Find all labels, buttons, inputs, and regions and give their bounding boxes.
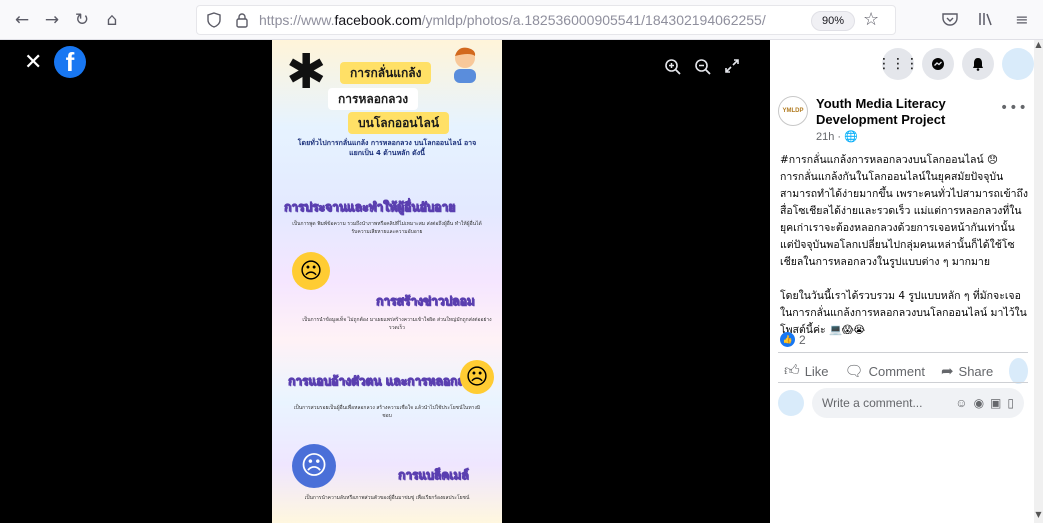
like-label: Like	[804, 363, 829, 379]
poster-title-line2: การหลอกลวง	[328, 88, 419, 110]
camera-icon[interactable]: ◉	[974, 396, 984, 410]
section-title-2: การสร้างข่าวปลอม	[376, 294, 475, 309]
shield-icon[interactable]	[203, 9, 225, 31]
reaction-count: 2	[799, 332, 806, 347]
asterisk-graphic: ✱	[286, 44, 327, 100]
comment-button[interactable]: 🗨︎ Comment	[845, 362, 925, 380]
share-button[interactable]: ➦ Share	[941, 362, 993, 380]
close-icon[interactable]: ✕	[24, 52, 42, 74]
poster-intro: โดยทั่วไปการกลั่นแกล้ง การหลอกลวง บนโลกอ…	[297, 139, 477, 157]
share-label: Share	[958, 363, 994, 379]
lock-icon[interactable]	[231, 9, 253, 31]
scroll-down-icon[interactable]: ▼	[1034, 510, 1043, 519]
comment-input[interactable]: Write a comment... ☺ ◉ ▣ ▯	[812, 388, 1024, 418]
boy-illustration-icon	[454, 47, 476, 83]
section-body-1: เป็นการพูด พิมพ์ข้อความ รวมถึงนำภาพหรือค…	[292, 221, 482, 235]
post-panel: ⋮⋮⋮ YMLDP Youth Media Literacy Developme…	[770, 40, 1034, 523]
post-time[interactable]: 21h	[816, 131, 834, 143]
zoom-out-icon[interactable]	[694, 58, 712, 81]
bookmark-star-icon[interactable]: ☆	[863, 9, 879, 30]
emoji-icon[interactable]: ☺	[955, 396, 967, 410]
post-text: #การกลั่นแกล้งการหลอกลวงบนโลกออนไลน์ 😞 ก…	[780, 154, 1028, 336]
library-icon[interactable]	[973, 6, 999, 32]
url-prefix: https://www.	[259, 12, 335, 28]
sad-face-icon: ☹	[292, 252, 330, 290]
page-avatar[interactable]: YMLDP	[778, 96, 808, 126]
section-body-4: เป็นการนำความลับหรือภาพส่วนตัวของผู้อื่น…	[304, 495, 470, 501]
section-title-1: การประจานและทำให้ผู้อื่นอับอาย	[284, 200, 456, 215]
like-button[interactable]: 👍︎ Like	[784, 362, 829, 380]
comment-composer: Write a comment... ☺ ◉ ▣ ▯	[778, 388, 1024, 418]
photo-viewer: ✕ f ✱ การกลั่นแกล้ง การหลอกลวง บนโลกออนไ…	[0, 40, 770, 523]
reactions-summary[interactable]: 👍 2	[780, 332, 806, 347]
section-title-3: การแอบอ้างตัวตน และการหลอกลวง	[288, 374, 478, 389]
page-name-link[interactable]: Youth Media Literacy Development Project	[816, 96, 996, 128]
more-options-icon[interactable]: •••	[1000, 100, 1028, 116]
home-icon[interactable]: ⌂	[98, 6, 126, 34]
post-actions: 👍︎ Like 🗨︎ Comment ➦ Share	[784, 358, 1028, 384]
browser-toolbar: ← → ↻ ⌂ https://www.facebook.com/ymldp/p…	[0, 0, 1043, 40]
globe-icon: · 🌐	[837, 131, 858, 143]
facebook-logo-icon[interactable]: f	[54, 46, 86, 78]
menu-grid-icon[interactable]: ⋮⋮⋮	[877, 48, 919, 80]
page-scrollbar[interactable]	[1034, 40, 1043, 523]
comment-placeholder: Write a comment...	[822, 396, 923, 410]
infographic-image: ✱ การกลั่นแกล้ง การหลอกลวง บนโลกออนไลน์ …	[272, 40, 502, 523]
like-reaction-icon: 👍	[780, 332, 795, 347]
sticker-icon[interactable]: ▯	[1007, 396, 1014, 410]
messenger-icon[interactable]	[922, 48, 954, 80]
forward-arrow-icon[interactable]: →	[38, 6, 66, 34]
zoom-level-button[interactable]: 90%	[811, 11, 856, 31]
back-arrow-icon[interactable]: ←	[8, 6, 36, 34]
section-body-2: เป็นการนำข้อมูลเท็จ ไม่ถูกต้อง มาเผยแพร่…	[302, 317, 492, 331]
commenter-avatar	[778, 390, 804, 416]
scroll-up-icon[interactable]: ▲	[1034, 40, 1043, 49]
poster-title-line1: การกลั่นแกล้ง	[340, 62, 432, 84]
menu-hamburger-icon[interactable]: ≡	[1009, 6, 1035, 32]
url-domain: facebook.com	[334, 12, 422, 28]
section-body-3: เป็นการสวมรอยเป็นผู้อื่นเพื่อหลอกลวง สร้…	[293, 405, 481, 419]
gif-icon[interactable]: ▣	[990, 396, 1001, 410]
fullscreen-icon[interactable]	[724, 58, 740, 81]
section-title-4: การแบล็คเมล์	[398, 468, 469, 483]
account-avatar[interactable]	[1002, 48, 1034, 80]
address-bar[interactable]: https://www.facebook.com/ymldp/photos/a.…	[196, 5, 896, 35]
share-arrow-icon: ➦	[940, 363, 954, 380]
notifications-bell-icon[interactable]	[962, 48, 994, 80]
url-path: /ymldp/photos/a.182536000905541/18430219…	[421, 12, 766, 28]
zoom-in-icon[interactable]	[664, 58, 682, 81]
divider	[778, 352, 1028, 353]
comment-label: Comment	[868, 363, 925, 379]
comment-bubble-icon: 🗨︎	[844, 363, 864, 380]
crying-face-icon: ☹	[460, 360, 494, 394]
url-text: https://www.facebook.com/ymldp/photos/a.…	[259, 12, 766, 28]
share-as-avatar[interactable]	[1009, 358, 1028, 384]
poster-title-line3: บนโลกออนไลน์	[348, 112, 450, 134]
divider	[778, 382, 1028, 383]
post-meta: 21h · 🌐	[816, 130, 858, 143]
pocket-icon[interactable]	[937, 6, 963, 32]
thumbs-up-icon: 👍︎	[784, 362, 800, 379]
angry-face-icon: ☹	[292, 444, 336, 488]
reload-icon[interactable]: ↻	[68, 6, 96, 34]
